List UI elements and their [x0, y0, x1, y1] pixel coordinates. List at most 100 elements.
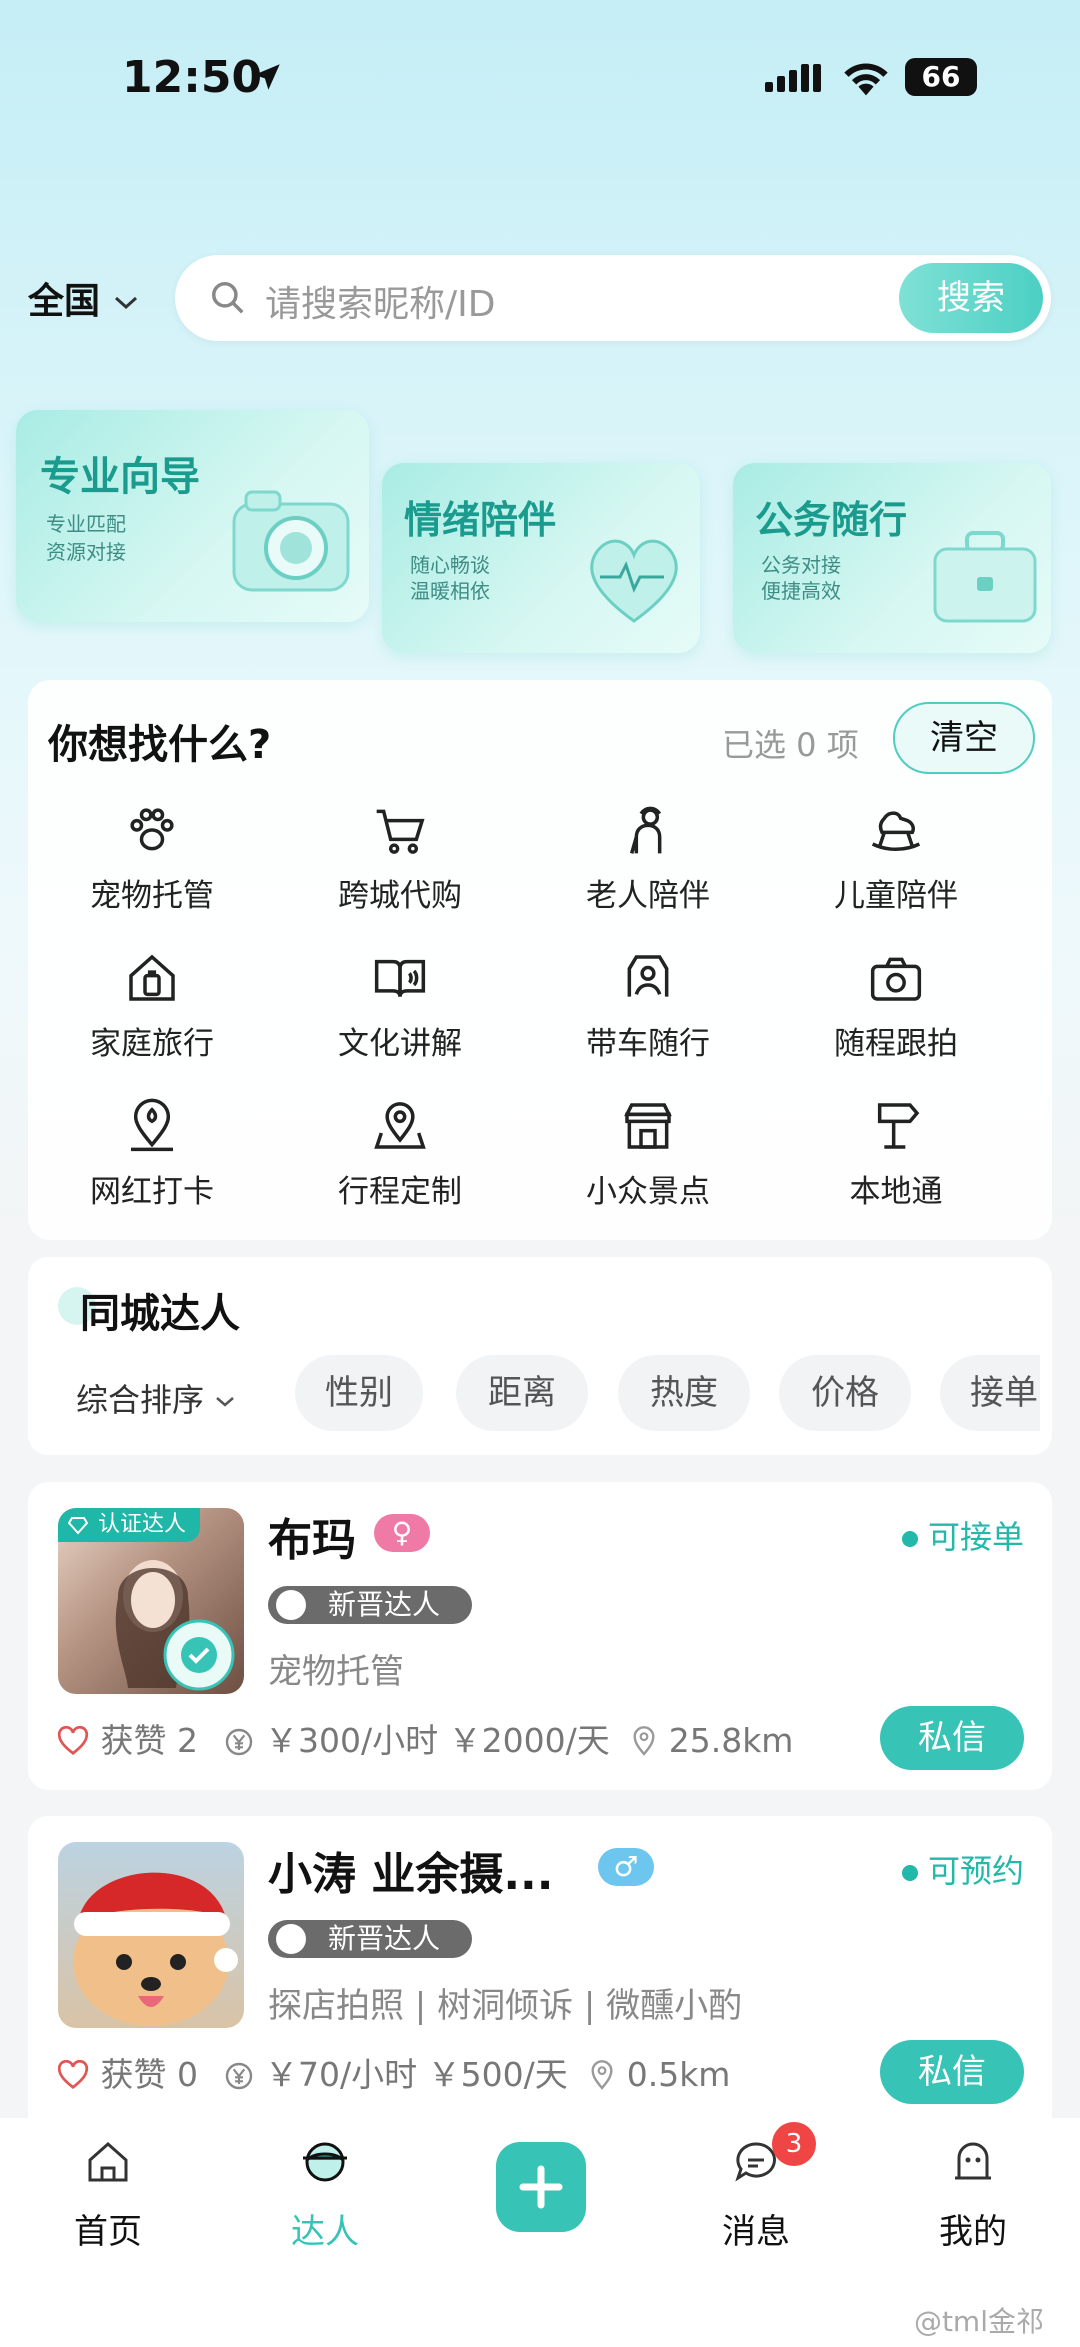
user-stats: 获赞 2 ￥300/小时 ￥2000/天 25.8km	[56, 1714, 793, 1762]
category-label: 随程跟拍	[834, 1026, 958, 1062]
heart-outline-icon[interactable]	[56, 2059, 90, 2090]
map-pin-icon	[374, 1102, 426, 1149]
avatar[interactable]: 认证达人	[58, 1508, 244, 1694]
banner-line2: 温暖相依	[410, 579, 490, 603]
price-day: ￥500/天	[427, 2055, 568, 2094]
category-itinerary[interactable]: 行程定制	[276, 1098, 524, 1238]
filter-price[interactable]: 价格	[779, 1355, 911, 1431]
category-family-travel[interactable]: 家庭旅行	[28, 950, 276, 1090]
chevron-down-icon	[216, 1397, 235, 1407]
tab-experts[interactable]: 达人	[245, 2138, 405, 2253]
category-label: 行程定制	[338, 1174, 462, 1210]
clear-button[interactable]: 清空	[893, 702, 1035, 774]
banner-line1: 专业匹配	[46, 512, 126, 536]
sort-dropdown[interactable]: 综合排序	[76, 1375, 236, 1421]
nearby-title: 同城达人	[80, 1291, 240, 1337]
category-niche-spots[interactable]: 小众景点	[524, 1098, 772, 1238]
category-culture[interactable]: 文化讲解	[276, 950, 524, 1090]
search-input[interactable]: 请搜索昵称/ID	[265, 275, 495, 327]
filter-orders[interactable]: 接单	[940, 1355, 1040, 1431]
tab-label: 首页	[74, 2212, 142, 2252]
category-label: 老人陪伴	[586, 878, 710, 914]
filter-gender[interactable]: 性别	[295, 1355, 423, 1431]
search-bar[interactable]: 请搜索昵称/ID 搜索	[175, 255, 1051, 341]
new-expert-badge: 新晋达人	[268, 1586, 472, 1624]
home-icon	[88, 2141, 128, 2182]
badge-icon	[276, 1590, 306, 1620]
battery-indicator: 66	[905, 58, 977, 96]
category-photography[interactable]: 随程跟拍	[772, 950, 1020, 1090]
tab-mine[interactable]: 我的	[893, 2138, 1053, 2253]
wifi-icon	[844, 63, 888, 96]
book-icon	[374, 959, 426, 997]
status-dot	[901, 1531, 918, 1547]
experts-icon	[303, 2142, 347, 2182]
tab-label: 我的	[939, 2212, 1007, 2252]
location-icon	[633, 1726, 655, 1756]
category-checkin[interactable]: 网红打卡	[28, 1098, 276, 1238]
search-button[interactable]: 搜索	[899, 263, 1043, 333]
badge-label: 新晋达人	[328, 1922, 441, 1955]
category-label: 跨城代购	[338, 878, 462, 914]
camera-icon	[870, 957, 922, 1001]
category-elderly[interactable]: 老人陪伴	[524, 802, 772, 942]
status-bar: 12:50 66	[0, 40, 1080, 120]
location-arrow-icon	[254, 64, 280, 90]
profile-icon	[955, 2142, 991, 2180]
create-button[interactable]	[496, 2142, 586, 2232]
likes-label: 获赞	[100, 2055, 167, 2094]
filter-popularity[interactable]: 热度	[618, 1355, 750, 1431]
likes-count: 2	[177, 1721, 198, 1760]
user-card[interactable]: 认证达人 布玛 ♀ 可接单 新晋达人 宠物托管 获赞 2 ￥300/小时 ￥20…	[28, 1482, 1052, 1790]
gender-male-icon: ♂	[598, 1848, 654, 1886]
banner-guide[interactable]: 专业向导 专业匹配 资源对接	[16, 410, 369, 622]
message-button[interactable]: 私信	[880, 1706, 1024, 1770]
banner-title: 公务随行	[755, 498, 908, 542]
avatar[interactable]	[58, 1842, 244, 2028]
category-label: 儿童陪伴	[834, 878, 958, 914]
status-label: 可接单	[927, 1518, 1024, 1556]
home-luggage-icon	[129, 954, 175, 1001]
category-children[interactable]: 儿童陪伴	[772, 802, 1020, 942]
likes-count: 0	[177, 2055, 198, 2094]
search-icon	[212, 282, 244, 314]
location-pin-icon	[131, 1098, 173, 1152]
tab-home[interactable]: 首页	[28, 2138, 188, 2253]
cart-icon	[376, 809, 425, 854]
rocking-horse-icon	[871, 811, 921, 851]
banner-title: 专业向导	[40, 454, 200, 500]
user-card[interactable]: 小涛 业余摄... ♂ 可预约 新晋达人 探店拍照 | 树洞倾诉 | 微醺小酌 …	[28, 1816, 1052, 2146]
car-driver-icon	[627, 955, 669, 997]
camera-icon	[232, 490, 350, 592]
category-label: 小众景点	[586, 1174, 710, 1210]
watermark: @tml金祁	[913, 2305, 1044, 2338]
status-label: 可预约	[927, 1852, 1024, 1890]
price-hour: ￥300/小时	[265, 1721, 439, 1760]
filter-distance[interactable]: 距离	[456, 1355, 588, 1431]
chevron-down-icon	[114, 296, 137, 310]
banner-title: 情绪陪伴	[404, 498, 557, 542]
distance: 0.5km	[626, 2055, 731, 2094]
category-label: 本地通	[849, 1174, 943, 1210]
category-label: 网红打卡	[90, 1174, 214, 1210]
price-icon	[225, 2062, 252, 2090]
user-name: 小涛 业余摄...	[268, 1849, 554, 1900]
heart-outline-icon[interactable]	[56, 1725, 90, 1756]
price-hour: ￥70/小时	[265, 2055, 418, 2094]
category-driver[interactable]: 带车随行	[524, 950, 772, 1090]
banner-business[interactable]: 公务随行 公务对接 便捷高效	[733, 463, 1051, 653]
message-button[interactable]: 私信	[880, 2040, 1024, 2104]
city-selector[interactable]: 全国	[28, 272, 139, 324]
banner-line1: 公务对接	[761, 553, 841, 577]
banner-companion[interactable]: 情绪陪伴 随心畅谈 温暖相依	[382, 463, 700, 653]
category-pet-care[interactable]: 宠物托管	[28, 802, 276, 942]
category-label: 文化讲解	[338, 1026, 462, 1062]
category-label: 家庭旅行	[90, 1026, 214, 1062]
status-dot	[901, 1865, 918, 1881]
category-local-guide[interactable]: 本地通	[772, 1098, 1020, 1238]
banner-line2: 资源对接	[46, 540, 126, 564]
user-name: 布玛	[268, 1515, 356, 1566]
user-tags: 宠物托管	[268, 1652, 404, 1692]
category-shopping[interactable]: 跨城代购	[276, 802, 524, 942]
availability-status: 可预约	[901, 1846, 1024, 1892]
